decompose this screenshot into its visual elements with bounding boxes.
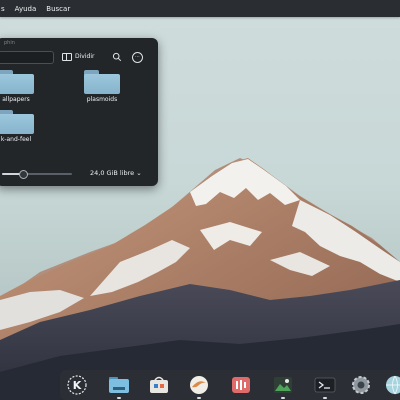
music-player-icon [232, 377, 250, 393]
split-view-button[interactable]: Dividir [62, 51, 94, 62]
zoom-slider[interactable] [2, 170, 72, 179]
dock-item[interactable] [384, 374, 400, 396]
dock-item[interactable] [272, 374, 294, 399]
dock-item[interactable] [188, 374, 210, 399]
folder-label: plasmoids [86, 96, 118, 103]
folder-item[interactable]: k-and-feel [0, 110, 46, 143]
dock-panel: K [60, 370, 400, 400]
dolphin-icon [109, 377, 129, 393]
kde-app-launcher-icon: K [67, 375, 87, 395]
folder-item[interactable]: allpapers [0, 70, 46, 103]
panel-right-edge [372, 0, 400, 17]
running-indicator [197, 397, 201, 399]
dock-item[interactable]: K [66, 374, 88, 396]
split-view-label: Dividir [75, 53, 95, 60]
folder-label: allpapers [2, 96, 30, 103]
hamburger-menu-icon[interactable]: ⋯ [132, 52, 143, 63]
zoom-slider-handle[interactable] [19, 170, 28, 179]
browser-icon [190, 376, 208, 394]
folder-label: k-and-feel [0, 136, 32, 143]
dock-item[interactable] [314, 374, 336, 399]
running-indicator [117, 397, 121, 399]
window-title-row[interactable]: phin [0, 38, 158, 48]
free-space-indicator[interactable]: 24,0 GiB libre ⌄ [90, 169, 142, 177]
folder-icon [0, 110, 34, 134]
menu-item-ayuda[interactable]: Ayuda [14, 5, 38, 13]
menu-item-buscar[interactable]: Buscar [45, 5, 71, 13]
dock-item[interactable] [350, 374, 372, 396]
folder-icon [84, 70, 120, 94]
menu-item-partial[interactable]: s [0, 5, 6, 13]
image-viewer-icon [274, 377, 292, 393]
free-space-label: 24,0 GiB libre [90, 169, 135, 177]
folder-item[interactable]: plasmoids [72, 70, 132, 103]
top-menu-bar: s Ayuda Buscar [0, 0, 400, 17]
status-bar: 24,0 GiB libre ⌄ [0, 168, 158, 182]
folder-icon [0, 70, 34, 94]
dock-item[interactable] [230, 374, 252, 396]
settings-icon [352, 376, 370, 394]
dolphin-window[interactable]: phin Dividir ⋯ allpapers plasmoids k-and… [0, 38, 158, 186]
dolphin-toolbar: Dividir ⋯ [0, 49, 158, 65]
window-title: phin [4, 40, 15, 46]
search-icon[interactable] [112, 52, 122, 62]
running-indicator [281, 397, 285, 399]
globe-icon [386, 375, 400, 395]
split-view-icon [62, 52, 72, 61]
dock-item[interactable] [108, 374, 130, 399]
svg-text:K: K [73, 379, 82, 392]
terminal-icon [314, 377, 336, 393]
dock-item[interactable] [148, 374, 170, 396]
location-bar[interactable] [0, 51, 54, 64]
discover-store-icon [150, 376, 168, 393]
running-indicator [323, 397, 327, 399]
